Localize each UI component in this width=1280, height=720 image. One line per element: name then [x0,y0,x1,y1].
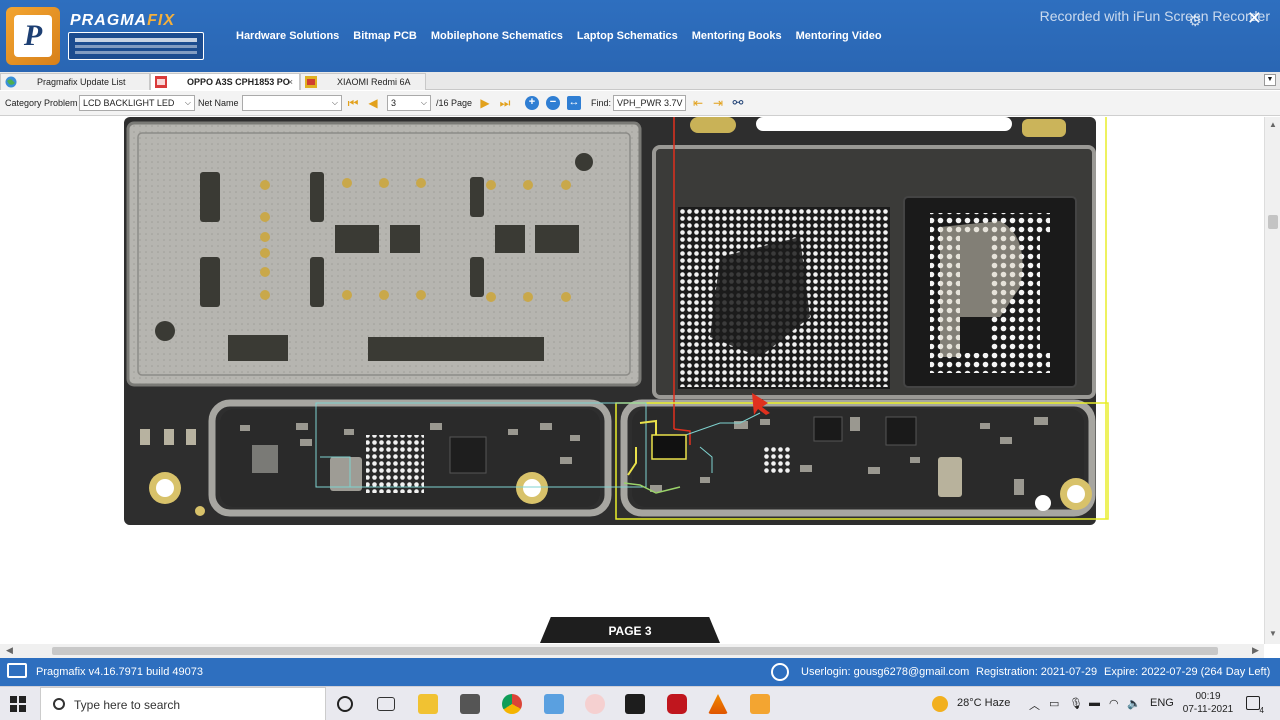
pragmafix-taskbar-icon[interactable] [750,694,770,714]
nav-mentoring-video[interactable]: Mentoring Video [796,30,882,42]
globe-icon [5,76,17,88]
nav-hardware-solutions[interactable]: Hardware Solutions [236,30,339,42]
horizontal-scroll-thumb[interactable] [52,647,1218,655]
logo-title: PRAGMAFIX [70,12,175,29]
net-name-select[interactable]: ⌵ [242,95,342,111]
pragmafix-logo[interactable]: P PRAGMAFIX [6,7,204,65]
scroll-left-icon[interactable]: ◀ [6,645,13,656]
paint-icon[interactable] [585,694,605,714]
volume-icon[interactable]: 🔈 [1127,697,1141,710]
taskbar-clock[interactable]: 00:19 07-11-2021 [1180,690,1236,716]
notification-icon[interactable]: 4 [1246,696,1264,715]
find-input[interactable]: VPH_PWR 3.7V [613,95,686,111]
tab-oppo-a3s[interactable]: OPPO A3S CPH1853 PO × [150,73,300,90]
page-number-select[interactable]: 3 ⌵ [387,95,431,111]
wifi-icon[interactable]: ◠ [1109,697,1119,710]
logo-mark-icon: P [6,7,60,65]
microphone-icon[interactable]: 🎙 [1069,697,1083,710]
page-label: PAGE 3 [540,617,720,643]
find-prev-icon[interactable]: ⇤ [691,96,705,110]
windows-taskbar: Type here to search 28°C Haze ︿ ▭ 🎙 ▬ ◠ … [0,686,1280,720]
page-total: /16 Page [436,98,473,108]
userlogin-text: Userlogin: gousg6278@gmail.com [801,666,970,678]
version-text: Pragmafix v4.16.7971 build 49073 [36,666,203,678]
pcb-canvas[interactable]: PAGE 3 [0,117,1264,644]
category-select[interactable]: LCD BACKLIGHT LED ⌵ [79,95,195,111]
scroll-down-icon[interactable]: ▼ [1269,629,1277,638]
cortana-icon[interactable] [337,696,353,712]
scroll-right-icon[interactable]: ▶ [1252,645,1259,656]
main-nav: Hardware Solutions Bitmap PCB Mobilephon… [236,30,882,42]
task-view-icon[interactable] [377,697,395,711]
net-name-label: Net Name [198,98,239,108]
user-icon [771,663,789,681]
app-header: P PRAGMAFIX Hardware Solutions Bitmap PC… [0,0,1280,72]
chrome-icon[interactable] [502,694,522,714]
document-tabs: Pragmafix Update List OPPO A3S CPH1853 P… [0,72,1280,90]
viewer-toolbar: Category Problem LCD BACKLIGHT LED ⌵ Net … [0,91,1280,116]
tabs-dropdown-icon[interactable]: ▼ [1264,74,1276,86]
terminal-icon[interactable] [625,694,645,714]
chevron-down-icon: ⌵ [331,98,338,107]
zoom-out-icon[interactable]: − [546,96,560,110]
logo-subtitle-plate [68,32,204,60]
chevron-down-icon: ⌵ [420,98,427,107]
nav-mobilephone-schematics[interactable]: Mobilephone Schematics [431,30,563,42]
vertical-scroll-thumb[interactable] [1268,215,1278,229]
search-icon [53,698,65,710]
pcb-board-image [124,117,1109,525]
tab-update-list[interactable]: Pragmafix Update List [0,73,150,90]
last-page-icon[interactable]: ⏭ [498,96,512,110]
recorder-app-icon[interactable] [667,694,687,714]
search-placeholder: Type here to search [74,698,181,712]
status-bar: Pragmafix v4.16.7971 build 49073 Userlog… [0,658,1280,686]
find-next-icon[interactable]: ⇥ [711,96,725,110]
mail-icon[interactable] [460,694,480,714]
nav-mentoring-books[interactable]: Mentoring Books [692,30,782,42]
find-label: Find: [591,98,612,108]
vlc-icon[interactable] [708,694,728,714]
first-page-icon[interactable]: ⏮ [346,96,360,110]
vertical-scrollbar[interactable]: ▲ ▼ [1264,117,1280,644]
pdf-icon [155,76,167,88]
expire-text: Expire: 2022-07-29 (264 Day Left) [1104,666,1271,678]
close-icon[interactable]: ✕ [1247,8,1262,29]
taskbar-search[interactable]: Type here to search [40,687,326,720]
weather-icon[interactable] [932,696,948,712]
zoom-in-icon[interactable]: + [525,96,539,110]
category-label: Category Problem [5,98,78,108]
scroll-up-icon[interactable]: ▲ [1269,120,1277,129]
language-indicator[interactable]: ENG [1150,697,1174,709]
nav-bitmap-pcb[interactable]: Bitmap PCB [353,30,417,42]
windows-start-icon[interactable] [10,696,26,712]
weather-text[interactable]: 28°C Haze [957,697,1010,709]
tab-xiaomi-redmi-6a[interactable]: XIAOMI Redmi 6A [300,73,426,90]
gear-icon[interactable]: ⚙ [1189,12,1202,30]
tab-close-icon[interactable]: × [288,74,293,90]
next-page-icon[interactable]: ▶ [478,96,492,110]
horizontal-scrollbar[interactable]: ◀ ▶ [0,644,1264,658]
tray-chevron-icon[interactable]: ︿ [1029,697,1040,713]
pdf-icon [305,76,317,88]
pragmafix-window: P PRAGMAFIX Hardware Solutions Bitmap PC… [0,0,1280,720]
registration-text: Registration: 2021-07-29 [976,666,1098,678]
chevron-down-icon: ⌵ [184,98,191,107]
battery-icon[interactable]: ▬ [1089,697,1100,709]
binoculars-icon[interactable]: ⚯ [731,96,745,110]
network-device-icon[interactable]: ▭ [1049,697,1059,710]
file-explorer-icon[interactable] [418,694,438,714]
recorder-watermark: Recorded with iFun Screen Recorder [1039,8,1270,24]
nav-laptop-schematics[interactable]: Laptop Schematics [577,30,678,42]
photos-icon[interactable] [544,694,564,714]
fit-width-icon[interactable]: ↔ [567,96,581,110]
prev-page-icon[interactable]: ◀ [366,96,380,110]
monitor-icon [7,663,27,678]
